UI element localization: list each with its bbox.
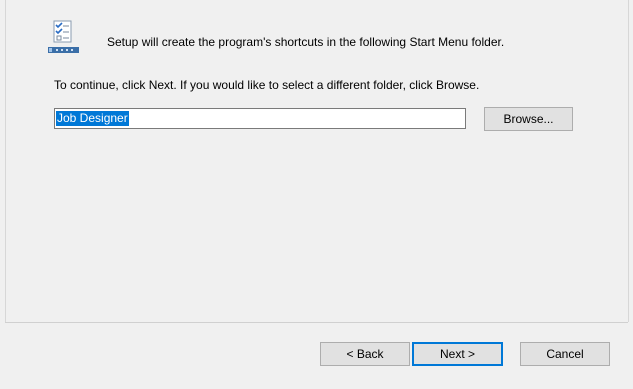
intro-text: Setup will create the program's shortcut… [107,35,505,49]
start-menu-folder-icon [48,20,80,54]
next-button[interactable]: Next > [412,342,503,366]
setup-wizard-window: Setup will create the program's shortcut… [0,0,633,389]
back-button[interactable]: < Back [320,342,410,366]
cancel-button[interactable]: Cancel [520,342,610,366]
start-menu-folder-input[interactable]: Job Designer [54,108,466,129]
folder-input-value: Job Designer [56,111,129,126]
footer-divider [5,322,628,323]
instruction-text: To continue, click Next. If you would li… [54,78,480,92]
browse-button[interactable]: Browse... [484,107,573,131]
